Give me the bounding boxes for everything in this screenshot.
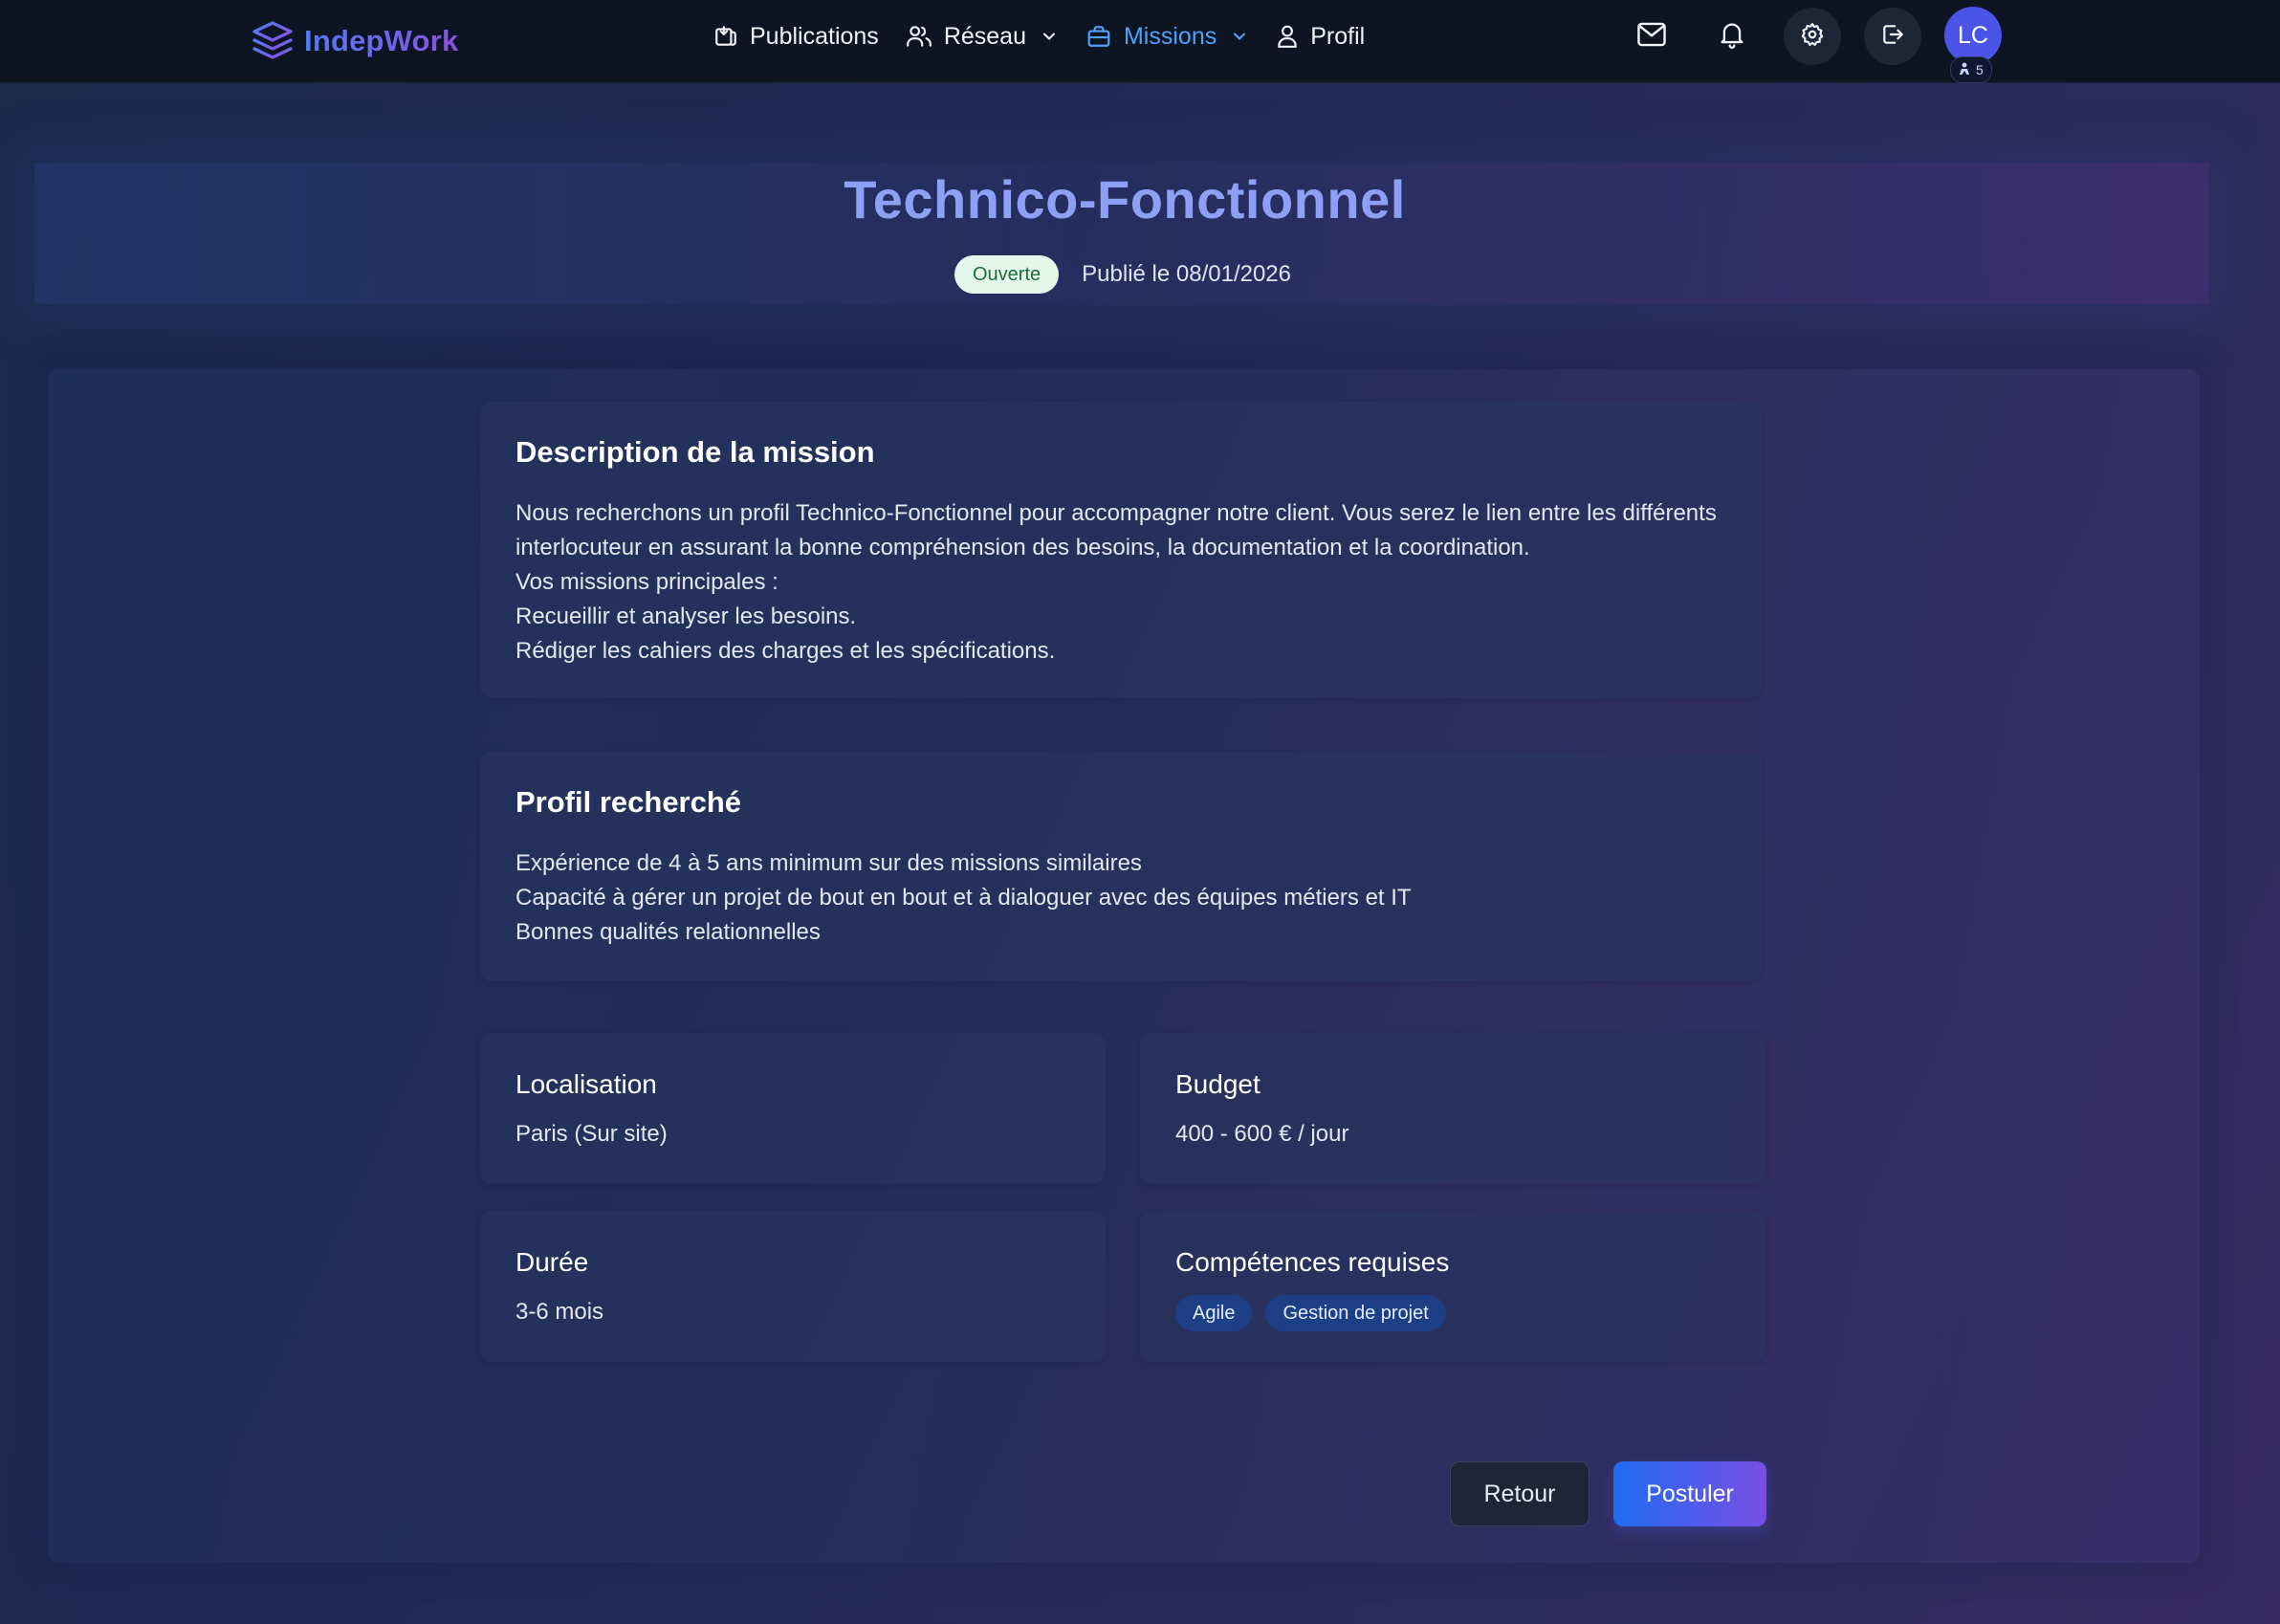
chevron-down-icon [1230,27,1249,46]
location-label: Localisation [515,1069,657,1099]
header-actions: LC 5 [1623,7,2004,83]
nav-label: Missions [1123,22,1217,50]
nav-item-reseau[interactable]: Réseau [906,23,1059,51]
notifications-button[interactable] [1703,8,1761,65]
profile-line: Bonnes qualités relationnelles [515,919,821,945]
nav-label: Réseau [943,22,1026,50]
mail-icon [1636,21,1667,53]
mission-meta: Ouverte Publié le 08/01/2026 [954,254,1291,295]
logout-button[interactable] [1864,8,1921,65]
logout-icon [1880,22,1905,52]
status-badge: Ouverte [954,255,1060,294]
profile-heading: Profil recherché [515,785,742,819]
layers-icon [251,19,295,63]
page-title: Technico-Fonctionnel [844,169,1406,230]
description-line: Rédiger les cahiers des charges et les s… [515,638,1056,664]
duration-card: Durée 3-6 mois [480,1211,1106,1362]
level-badge: 5 [1950,56,1992,83]
badge-count: 5 [1976,62,1984,77]
nav-item-missions[interactable]: Missions [1085,23,1249,51]
budget-label: Budget [1175,1069,1261,1099]
settings-button[interactable] [1784,8,1841,65]
gear-icon [1800,22,1825,52]
skill-chip[interactable]: Gestion de projet [1265,1295,1446,1331]
description-text: Nous recherchons un profil Technico-Fonc… [515,496,1749,669]
user-menu[interactable]: LC 5 [1944,7,2004,83]
skills-list: Agile Gestion de projet [1175,1295,1446,1331]
back-button[interactable]: Retour [1450,1461,1589,1526]
description-heading: Description de la mission [515,435,875,469]
badge-person-icon [1959,62,1970,78]
nav-item-profil[interactable]: Profil [1276,23,1365,51]
location-card: Localisation Paris (Sur site) [480,1033,1106,1184]
description-line: Nous recherchons un profil Technico-Fonc… [515,500,1717,526]
duration-label: Durée [515,1247,589,1277]
description-card: Description de la mission Nous rechercho… [480,402,1762,698]
budget-value: 400 - 600 € / jour [1175,1121,1349,1147]
bell-icon [1719,20,1745,54]
nav-label: Profil [1310,22,1366,50]
profile-line: Expérience de 4 à 5 ans minimum sur des … [515,850,1142,876]
duration-value: 3-6 mois [515,1299,604,1325]
location-value: Paris (Sur site) [515,1121,668,1147]
app-name: IndepWork [304,24,459,57]
messages-button[interactable] [1623,8,1680,65]
nav-item-publications[interactable]: Publications [713,23,879,51]
description-line: interlocuteur en assurant la bonne compr… [515,535,1530,560]
apply-button[interactable]: Postuler [1613,1461,1766,1526]
chevron-down-icon [1040,27,1059,46]
top-navbar: IndepWork Publications Réseau Missions P… [0,0,2280,83]
briefcase-icon [1085,24,1112,49]
description-line: Recueillir et analyser les besoins. [515,604,857,629]
profile-text: Expérience de 4 à 5 ans minimum sur des … [515,846,1749,950]
avatar[interactable]: LC [1944,7,2002,64]
publications-icon [713,24,738,49]
profile-line: Capacité à gérer un projet de bout en bo… [515,885,1412,911]
app-logo[interactable]: IndepWork [251,13,458,69]
published-date: Publié le 08/01/2026 [1082,261,1292,287]
nav-label: Publications [750,22,879,50]
users-icon [906,24,932,49]
skills-card: Compétences requises Agile Gestion de pr… [1140,1211,1765,1362]
description-line: Vos missions principales : [515,569,778,595]
skills-label: Compétences requises [1175,1247,1450,1277]
profile-card: Profil recherché Expérience de 4 à 5 ans… [480,752,1762,981]
skill-chip[interactable]: Agile [1175,1295,1253,1331]
budget-card: Budget 400 - 600 € / jour [1140,1033,1765,1184]
main-nav: Publications Réseau Missions Profil [713,0,1392,73]
user-icon [1276,24,1299,49]
